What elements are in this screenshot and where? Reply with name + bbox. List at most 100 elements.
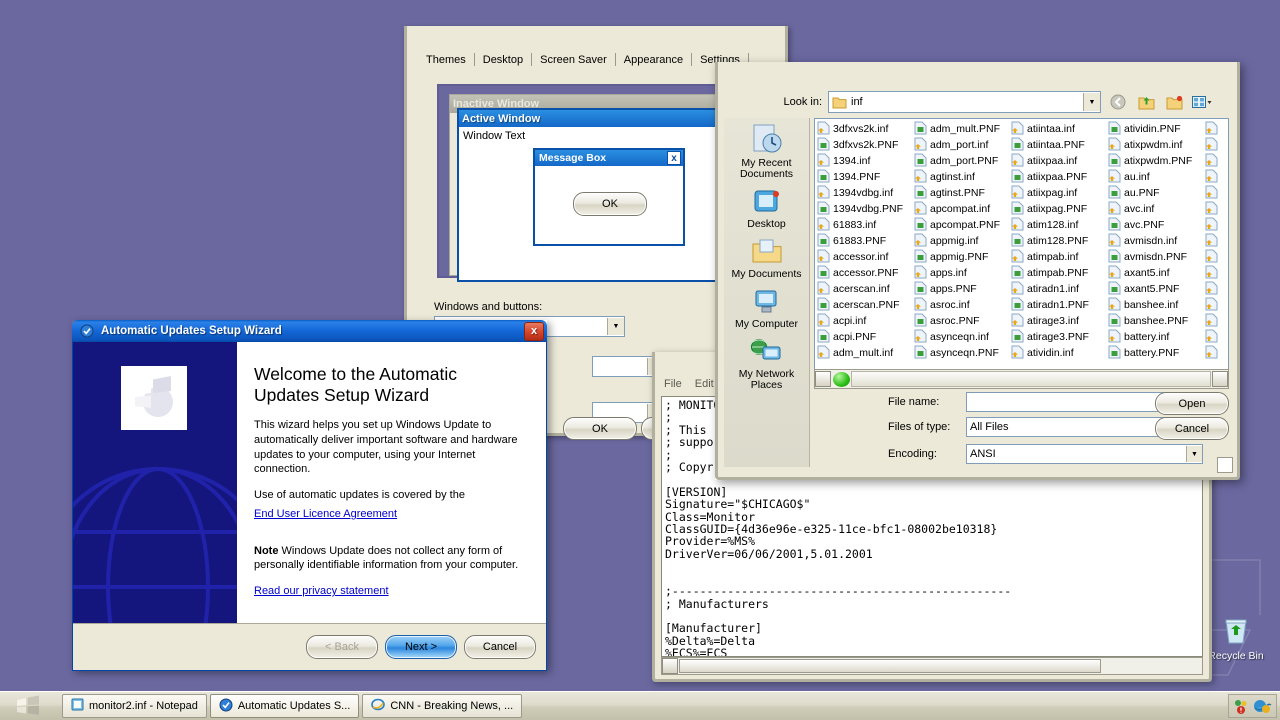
file-list-item[interactable]: atividin.inf: [1011, 345, 1108, 361]
file-list-item[interactable]: [1205, 345, 1229, 361]
file-list-item[interactable]: adm_port.PNF: [914, 153, 1011, 169]
file-list-item[interactable]: acpi.inf: [817, 313, 914, 329]
file-list-item[interactable]: [1205, 265, 1229, 281]
file-list-item[interactable]: 3dfxvs2k.PNF: [817, 137, 914, 153]
file-list-item[interactable]: avc.inf: [1108, 201, 1205, 217]
file-list-item[interactable]: apps.inf: [914, 265, 1011, 281]
file-list-item[interactable]: [1205, 233, 1229, 249]
file-list-item[interactable]: atiradn1.PNF: [1011, 297, 1108, 313]
encoding-select[interactable]: ANSI ▼: [966, 444, 1203, 464]
file-list-item[interactable]: au.PNF: [1108, 185, 1205, 201]
file-list-item[interactable]: [1205, 249, 1229, 265]
file-list[interactable]: 3dfxvs2k.inf3dfxvs2k.PNF1394.inf1394.PNF…: [814, 118, 1229, 370]
file-list-item[interactable]: atiixpaa.inf: [1011, 153, 1108, 169]
file-list-item[interactable]: 61883.inf: [817, 217, 914, 233]
file-list-item[interactable]: atiixpag.inf: [1011, 185, 1108, 201]
file-list-item[interactable]: battery.PNF: [1108, 345, 1205, 361]
tab-desktop[interactable]: Desktop: [476, 52, 530, 69]
file-list-item[interactable]: [1205, 329, 1229, 345]
views-icon[interactable]: [1191, 92, 1213, 113]
system-tray[interactable]: [1228, 694, 1277, 718]
file-list-item[interactable]: atiintaa.PNF: [1011, 137, 1108, 153]
file-list-item[interactable]: [1205, 137, 1229, 153]
menu-edit[interactable]: Edit: [695, 378, 714, 390]
tab-screen-saver[interactable]: Screen Saver: [533, 52, 614, 69]
tab-themes[interactable]: Themes: [419, 52, 473, 69]
create-new-folder-icon[interactable]: [1163, 92, 1185, 113]
file-list-item[interactable]: appmig.inf: [914, 233, 1011, 249]
privacy-link[interactable]: Read our privacy statement: [254, 585, 389, 597]
file-list-item[interactable]: accessor.inf: [817, 249, 914, 265]
wizard-titlebar[interactable]: Automatic Updates Setup Wizard x: [72, 320, 547, 342]
file-list-item[interactable]: 1394vdbg.inf: [817, 185, 914, 201]
look-in-select[interactable]: inf ▼: [828, 91, 1101, 113]
file-list-item[interactable]: atividin.PNF: [1108, 121, 1205, 137]
cancel-button[interactable]: Cancel: [464, 635, 536, 659]
menu-file[interactable]: File: [664, 378, 682, 390]
file-list-item[interactable]: [1205, 153, 1229, 169]
file-list-item[interactable]: apcompat.inf: [914, 201, 1011, 217]
file-list-item[interactable]: adm_mult.inf: [817, 345, 914, 361]
file-list-item[interactable]: acerscan.inf: [817, 281, 914, 297]
file-list-item[interactable]: atixpwdm.inf: [1108, 137, 1205, 153]
scroll-right-button[interactable]: [1212, 371, 1228, 387]
open-dialog-window[interactable]: Open x Look in: inf ▼: [715, 62, 1240, 480]
file-list-item[interactable]: 1394.inf: [817, 153, 914, 169]
file-list-item[interactable]: banshee.inf: [1108, 297, 1205, 313]
file-list-item[interactable]: atiradn1.inf: [1011, 281, 1108, 297]
file-list-item[interactable]: [1205, 169, 1229, 185]
file-list-item[interactable]: atirage3.PNF: [1011, 329, 1108, 345]
start-button[interactable]: [2, 693, 54, 719]
up-one-level-icon[interactable]: [1135, 92, 1157, 113]
place-my-computer[interactable]: My Computer: [724, 283, 809, 333]
file-list-item[interactable]: avmisdn.PNF: [1108, 249, 1205, 265]
scroll-left-button[interactable]: [815, 371, 831, 387]
file-list-item[interactable]: adm_mult.PNF: [914, 121, 1011, 137]
file-list-item[interactable]: battery.inf: [1108, 329, 1205, 345]
file-list-item[interactable]: apps.PNF: [914, 281, 1011, 297]
file-list-item[interactable]: atiixpaa.PNF: [1011, 169, 1108, 185]
display-properties-tabs[interactable]: Themes Desktop Screen Saver Appearance S…: [419, 52, 750, 69]
file-list-item[interactable]: axant5.inf: [1108, 265, 1205, 281]
automatic-updates-wizard-window[interactable]: Automatic Updates Setup Wizard x: [72, 320, 547, 670]
taskbar-button[interactable]: CNN - Breaking News, ...: [362, 694, 522, 718]
scroll-thumb[interactable]: [679, 659, 1101, 673]
file-list-item[interactable]: atimpab.PNF: [1011, 265, 1108, 281]
file-list-item[interactable]: atim128.inf: [1011, 217, 1108, 233]
tab-appearance[interactable]: Appearance: [617, 52, 690, 69]
display-ok-button[interactable]: OK: [563, 417, 637, 440]
notepad-menubar[interactable]: File Edit: [658, 374, 714, 393]
file-list-item[interactable]: avc.PNF: [1108, 217, 1205, 233]
file-list-item[interactable]: atiintaa.inf: [1011, 121, 1108, 137]
file-list-item[interactable]: atirage3.inf: [1011, 313, 1108, 329]
file-list-item[interactable]: atim128.PNF: [1011, 233, 1108, 249]
file-list-item[interactable]: acpi.PNF: [817, 329, 914, 345]
back-icon[interactable]: [1107, 92, 1129, 113]
file-list-item[interactable]: avmisdn.inf: [1108, 233, 1205, 249]
file-list-item[interactable]: adm_port.inf: [914, 137, 1011, 153]
taskbar-button[interactable]: Automatic Updates S...: [210, 694, 360, 718]
places-bar[interactable]: My Recent Documents Desktop My Docu: [724, 118, 810, 467]
taskbar[interactable]: monitor2.inf - NotepadAutomatic Updates …: [0, 691, 1280, 720]
notepad-horizontal-scrollbar[interactable]: [661, 657, 1203, 675]
chevron-down-icon[interactable]: ▼: [1186, 446, 1202, 462]
file-list-item[interactable]: asynceqn.inf: [914, 329, 1011, 345]
file-list-item[interactable]: [1205, 281, 1229, 297]
file-list-item[interactable]: agtinst.inf: [914, 169, 1011, 185]
file-list-item[interactable]: axant5.PNF: [1108, 281, 1205, 297]
file-list-item[interactable]: atiixpag.PNF: [1011, 201, 1108, 217]
file-list-item[interactable]: [1205, 185, 1229, 201]
file-list-item[interactable]: 3dfxvs2k.inf: [817, 121, 914, 137]
file-list-item[interactable]: accessor.PNF: [817, 265, 914, 281]
taskbar-button[interactable]: monitor2.inf - Notepad: [62, 694, 207, 718]
cancel-button[interactable]: Cancel: [1155, 417, 1229, 440]
file-list-item[interactable]: banshee.PNF: [1108, 313, 1205, 329]
file-list-item[interactable]: 1394vdbg.PNF: [817, 201, 914, 217]
file-list-item[interactable]: asroc.inf: [914, 297, 1011, 313]
scroll-left-button[interactable]: [662, 658, 678, 674]
resize-grip[interactable]: [1217, 457, 1233, 473]
chevron-down-icon[interactable]: ▼: [1083, 93, 1100, 111]
scroll-thumb[interactable]: [851, 371, 1211, 387]
place-my-recent-documents[interactable]: My Recent Documents: [724, 118, 809, 183]
file-list-item[interactable]: [1205, 201, 1229, 217]
